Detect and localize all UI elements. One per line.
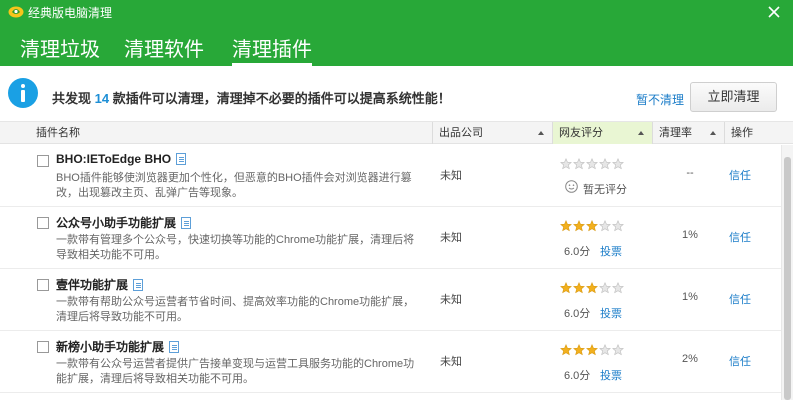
plugin-name-text: 新榜小助手功能扩展: [56, 340, 165, 354]
plugin-name: 新榜小助手功能扩展: [56, 338, 180, 355]
star-filled-icon[interactable]: [560, 282, 572, 294]
star-empty-icon[interactable]: [599, 282, 611, 294]
trust-link[interactable]: 信任: [729, 167, 751, 183]
app-header: 经典版电脑清理 清理垃圾 清理软件 清理插件: [0, 0, 793, 66]
col-action-label: 操作: [731, 127, 753, 139]
star-empty-icon[interactable]: [599, 220, 611, 232]
star-empty-icon[interactable]: [612, 344, 624, 356]
tab-bar: 清理垃圾 清理软件 清理插件: [0, 30, 793, 66]
clean-rate: 1%: [682, 291, 698, 303]
table-row: BHO:IEToEdge BHO BHO插件能够使浏览器更加个性化，但恶意的BH…: [0, 145, 781, 207]
plugin-list: BHO:IEToEdge BHO BHO插件能够使浏览器更加个性化，但恶意的BH…: [0, 145, 781, 400]
close-icon[interactable]: [765, 3, 783, 21]
info-bar: 共发现 14 款插件可以清理，清理掉不必要的插件可以提高系统性能！ 暂不清理 立…: [0, 66, 793, 122]
col-header-rating[interactable]: 网友评分: [552, 122, 652, 144]
plugin-name: 壹伴功能扩展: [56, 276, 144, 293]
plugin-description: BHO插件能够使浏览器更加个性化，但恶意的BHO插件会对浏览器进行篡改，出现篡改…: [56, 172, 412, 199]
trust-link[interactable]: 信任: [729, 291, 751, 307]
info-prefix: 共发现: [52, 91, 92, 106]
star-filled-icon[interactable]: [560, 220, 572, 232]
star-filled-icon[interactable]: [573, 344, 585, 356]
publisher: 未知: [440, 232, 462, 244]
star-filled-icon[interactable]: [586, 220, 598, 232]
col-clean-rate-label: 清理率: [659, 127, 692, 139]
star-empty-icon[interactable]: [612, 282, 624, 294]
info-message: 共发现 14 款插件可以清理，清理掉不必要的插件可以提高系统性能！: [52, 88, 451, 107]
col-header-action: 操作: [724, 122, 793, 144]
info-icon: [8, 78, 38, 108]
tab-clean-software[interactable]: 清理软件: [124, 33, 204, 66]
star-filled-icon[interactable]: [573, 220, 585, 232]
tab-clean-plugins[interactable]: 清理插件: [232, 33, 312, 66]
clean-now-button[interactable]: 立即清理: [690, 82, 777, 112]
table-row: 壹伴功能扩展 一款带有帮助公众号运营者节省时间、提高效率功能的Chrome功能扩…: [0, 269, 781, 331]
clean-rate: 2%: [682, 353, 698, 365]
plugin-description: 一款带有公众号运营者提供广告接单变现与运营工具服务功能的Chrome功能扩展，清…: [56, 358, 415, 385]
document-icon[interactable]: [169, 341, 180, 353]
star-empty-icon[interactable]: [612, 158, 624, 170]
smile-icon: [565, 180, 578, 193]
publisher: 未知: [440, 170, 462, 182]
leaf-logo-icon: [8, 6, 24, 18]
row-checkbox[interactable]: [37, 341, 49, 353]
score-text: 6.0分: [564, 370, 591, 382]
clean-rate: --: [686, 167, 694, 179]
star-empty-icon[interactable]: [599, 344, 611, 356]
trust-link[interactable]: 信任: [729, 229, 751, 245]
star-filled-icon[interactable]: [586, 282, 598, 294]
table-row: 公众号小助手功能扩展 一款带有管理多个公众号，快速切换等功能的Chrome功能扩…: [0, 207, 781, 269]
sort-up-icon: [638, 131, 644, 135]
no-rating-text: 暂无评分: [583, 184, 627, 196]
publisher: 未知: [440, 294, 462, 306]
app-title: 经典版电脑清理: [28, 6, 113, 20]
tab-clean-junk[interactable]: 清理垃圾: [20, 33, 100, 66]
col-publisher-label: 出品公司: [439, 127, 483, 139]
col-header-clean-rate[interactable]: 清理率: [652, 122, 724, 144]
plugin-name-text: 公众号小助手功能扩展: [56, 216, 177, 230]
info-suffix: 款插件可以清理，清理掉不必要的插件可以提高系统性能！: [112, 91, 451, 106]
plugin-name: 公众号小助手功能扩展: [56, 214, 192, 231]
star-filled-icon[interactable]: [586, 344, 598, 356]
document-icon[interactable]: [133, 279, 144, 291]
star-empty-icon[interactable]: [560, 158, 572, 170]
star-filled-icon[interactable]: [560, 344, 572, 356]
col-header-publisher[interactable]: 出品公司: [432, 122, 552, 144]
star-empty-icon[interactable]: [573, 158, 585, 170]
publisher: 未知: [440, 356, 462, 368]
table-header: 插件名称 出品公司 网友评分 清理率 操作: [0, 122, 793, 144]
vertical-scrollbar[interactable]: [781, 145, 793, 400]
scroll-thumb[interactable]: [784, 157, 791, 400]
col-rating-label: 网友评分: [559, 127, 603, 139]
row-checkbox[interactable]: [37, 279, 49, 291]
plugin-name-text: 壹伴功能扩展: [56, 278, 129, 292]
score-text: 6.0分: [564, 308, 591, 320]
trust-link[interactable]: 信任: [729, 353, 751, 369]
document-icon[interactable]: [176, 153, 187, 165]
table-row: 新榜小助手功能扩展 一款带有公众号运营者提供广告接单变现与运营工具服务功能的Ch…: [0, 331, 781, 393]
plugin-description: 一款带有帮助公众号运营者节省时间、提高效率功能的Chrome功能扩展，清理后将导…: [56, 296, 415, 323]
sort-up-icon: [710, 131, 716, 135]
plugin-count: 14: [94, 91, 110, 106]
star-filled-icon[interactable]: [573, 282, 585, 294]
plugin-name: BHO:IEToEdge BHO: [56, 152, 187, 166]
vote-link[interactable]: 投票: [600, 367, 622, 383]
star-empty-icon[interactable]: [599, 158, 611, 170]
vote-link[interactable]: 投票: [600, 243, 622, 259]
plugin-description: 一款带有管理多个公众号，快速切换等功能的Chrome功能扩展，清理后将导致相关功…: [56, 234, 415, 261]
sort-up-icon: [538, 131, 544, 135]
vote-link[interactable]: 投票: [600, 305, 622, 321]
skip-clean-link[interactable]: 暂不清理: [636, 91, 684, 108]
col-header-name[interactable]: 插件名称: [30, 122, 432, 144]
col-name-label: 插件名称: [36, 127, 80, 139]
clean-rate: 1%: [682, 229, 698, 241]
document-icon[interactable]: [181, 217, 192, 229]
star-empty-icon[interactable]: [586, 158, 598, 170]
row-checkbox[interactable]: [37, 217, 49, 229]
row-checkbox[interactable]: [37, 155, 49, 167]
star-empty-icon[interactable]: [612, 220, 624, 232]
title-bar: 经典版电脑清理: [0, 0, 793, 24]
score-text: 6.0分: [564, 246, 591, 258]
plugin-name-text: BHO:IEToEdge BHO: [56, 152, 172, 166]
